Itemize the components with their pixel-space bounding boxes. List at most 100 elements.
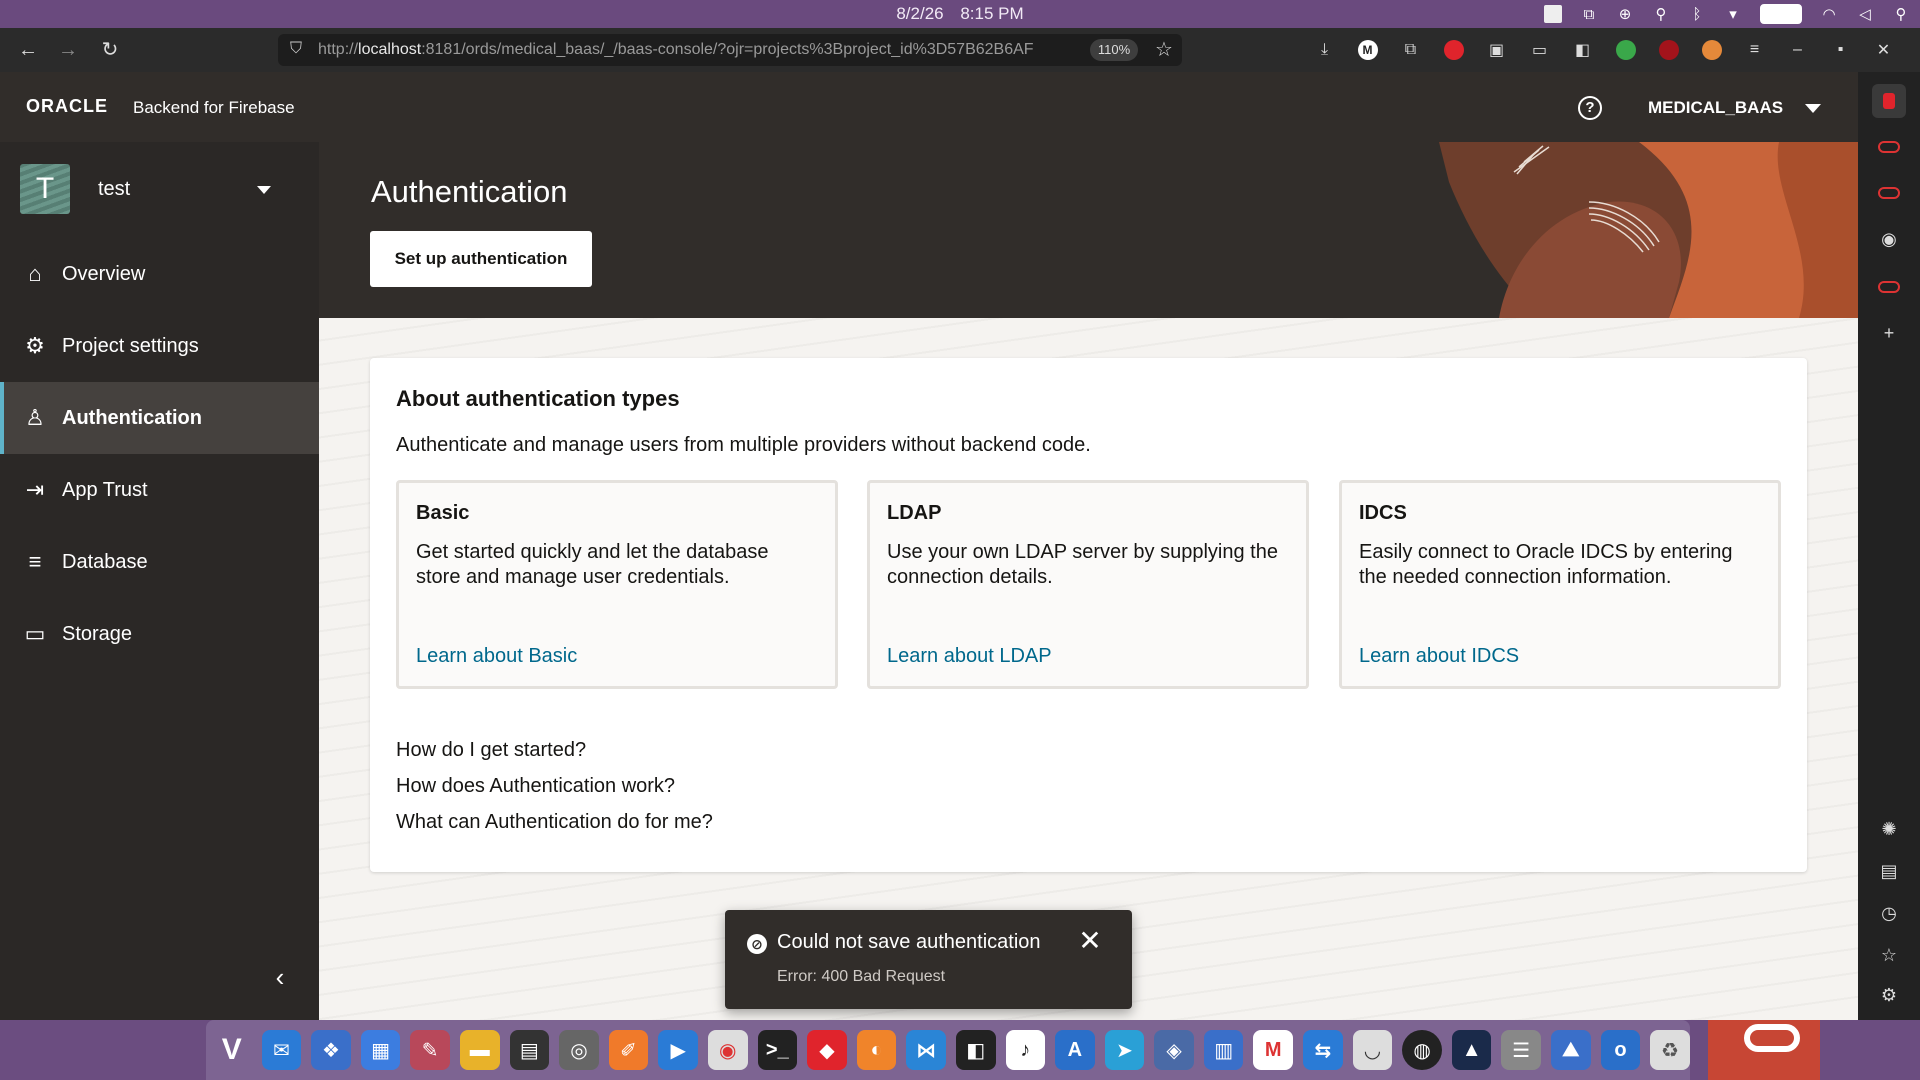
battery-icon[interactable]	[1758, 4, 1804, 24]
extension-green-icon[interactable]	[1611, 36, 1640, 64]
tray-update-icon[interactable]: ⊕	[1614, 4, 1636, 24]
bookmarks-star-icon[interactable]: ☆	[1878, 944, 1900, 966]
chevron-down-icon	[1805, 103, 1822, 113]
volume-icon[interactable]: ◁	[1854, 4, 1876, 24]
gmail-icon[interactable]: M	[1253, 1030, 1294, 1070]
sidebar-item-project-settings[interactable]: ⚙ Project settings	[0, 310, 319, 382]
faq-how-it-works[interactable]: How does Authentication work?	[396, 775, 675, 798]
settings-gear-icon[interactable]: ⚙	[1878, 984, 1900, 1006]
add-panel-icon[interactable]: +	[1878, 322, 1900, 344]
site-info-shield-icon[interactable]: ⛉	[290, 40, 308, 60]
wifi-icon[interactable]: ◠	[1818, 4, 1840, 24]
setup-authentication-button[interactable]: Set up authentication	[370, 231, 592, 287]
mail-icon[interactable]: ✉	[261, 1030, 302, 1070]
sidebar-item-label: Database	[62, 550, 148, 573]
learn-about-basic-link[interactable]: Learn about Basic	[416, 645, 577, 668]
back-arrow-icon[interactable]: ←	[14, 36, 42, 64]
vivaldi-icon[interactable]: V	[212, 1030, 252, 1070]
side-oracle-icon[interactable]	[1878, 182, 1900, 204]
faq-what-it-does[interactable]: What can Authentication do for me?	[396, 811, 713, 834]
system-monitor-icon[interactable]: ▤	[509, 1030, 550, 1070]
side-oracle-icon[interactable]	[1878, 136, 1900, 158]
bluetooth-icon[interactable]: ᛒ	[1686, 4, 1708, 24]
help-icon[interactable]: ?	[1578, 96, 1602, 120]
save-icon[interactable]: ▤	[1878, 860, 1900, 882]
tray-app-icon[interactable]: ⧉	[1578, 4, 1600, 24]
sidebar-item-overview[interactable]: ⌂ Overview	[0, 238, 319, 310]
terminal-icon[interactable]: >_	[757, 1030, 798, 1070]
notes-icon[interactable]: ♪	[1005, 1030, 1046, 1070]
github-icon[interactable]: ◉	[1878, 228, 1900, 250]
git-icon[interactable]: ◆	[807, 1030, 847, 1070]
close-window-icon[interactable]: ✕	[1869, 36, 1898, 64]
reload-icon[interactable]: ↻	[96, 36, 124, 64]
download-icon[interactable]: ⤓	[1310, 36, 1339, 64]
sidebar-item-storage[interactable]: ▭ Storage	[0, 598, 319, 670]
extension-puzzle-icon[interactable]: ⧉	[1396, 36, 1425, 64]
paint-icon[interactable]: ✎	[410, 1030, 450, 1070]
oracle-logo[interactable]: ORACLE	[26, 96, 108, 117]
db-tool-icon[interactable]: ▥	[1203, 1030, 1244, 1070]
app-grid-icon[interactable]: ❖	[311, 1030, 351, 1070]
dock-app-icon[interactable]: ◡	[1352, 1030, 1393, 1070]
arch-icon[interactable]: ▲	[1451, 1030, 1492, 1070]
telegram-icon[interactable]: ➤	[1104, 1030, 1145, 1070]
zoom-level-badge[interactable]: 110%	[1090, 39, 1138, 61]
chrome-icon[interactable]: ◉	[707, 1030, 748, 1070]
oracle-app-icon[interactable]	[1708, 1020, 1820, 1080]
sidebar-item-label: Project settings	[62, 334, 199, 357]
image-viewer-icon[interactable]: ⛰	[1551, 1030, 1591, 1070]
firefox-icon[interactable]: ◐	[856, 1030, 897, 1070]
tray-expand-icon[interactable]: ▾	[1722, 4, 1744, 24]
tray-box-icon[interactable]	[1542, 4, 1564, 24]
minimize-icon[interactable]: –	[1783, 36, 1812, 64]
sidebar-item-authentication[interactable]: ♙ Authentication	[0, 382, 319, 454]
extensions-toolbar: ⤓ M ⧉ ▣ ▭ ◧ ≡ – ▪ ✕	[1310, 36, 1898, 64]
address-bar[interactable]: ⛉ http://localhost:8181/ords/medical_baa…	[278, 34, 1182, 66]
sign-in-icon: ⇥	[25, 477, 45, 502]
maximize-icon[interactable]: ▪	[1826, 36, 1855, 64]
close-icon[interactable]: ✕	[1075, 926, 1105, 956]
history-clock-icon[interactable]: ◷	[1878, 902, 1900, 924]
auth-type-name: Basic	[416, 502, 470, 524]
sidebar-item-database[interactable]: ≡ Database	[0, 526, 319, 598]
learn-about-ldap-link[interactable]: Learn about LDAP	[887, 645, 1052, 668]
sidebar-item-label: Overview	[62, 262, 146, 285]
text-editor-icon[interactable]: ☰	[1501, 1030, 1542, 1070]
files-folder-icon[interactable]: ▬	[459, 1030, 500, 1070]
collapse-sidebar-chevron-icon[interactable]: ‹	[268, 962, 292, 993]
forward-arrow-icon[interactable]: →	[54, 36, 82, 64]
menu-icon[interactable]: ≡	[1740, 36, 1769, 64]
trash-icon[interactable]: ♻	[1650, 1030, 1690, 1070]
project-picker[interactable]: T test	[0, 142, 319, 238]
app-store-icon[interactable]: A	[1055, 1030, 1095, 1070]
extension-window-icon[interactable]: ▭	[1525, 36, 1554, 64]
user-menu[interactable]: MEDICAL_BAAS	[1648, 94, 1822, 122]
remote-desktop-icon[interactable]: ⇆	[1303, 1030, 1343, 1070]
extension-box-icon[interactable]: ▣	[1482, 36, 1511, 64]
camera-icon[interactable]: ◎	[559, 1030, 599, 1070]
faq-get-started[interactable]: How do I get started?	[396, 739, 586, 762]
pencil-app-icon[interactable]: ✐	[608, 1030, 649, 1070]
extension-red-icon[interactable]	[1439, 36, 1468, 64]
sidebar-toggle-icon[interactable]: ◧	[1568, 36, 1597, 64]
virtualbox-icon[interactable]: ◈	[1154, 1030, 1194, 1070]
search-icon[interactable]: ⚲	[1890, 4, 1912, 24]
learn-about-idcs-link[interactable]: Learn about IDCS	[1359, 645, 1519, 668]
side-oracle-icon[interactable]	[1878, 276, 1900, 298]
calendar-icon[interactable]: ▦	[360, 1030, 401, 1070]
bookmark-star-icon[interactable]: ☆	[1152, 37, 1176, 61]
side-app-red-icon[interactable]	[1872, 84, 1906, 118]
extension-orange-icon[interactable]	[1697, 36, 1726, 64]
chatgpt-icon[interactable]: ✺	[1878, 818, 1900, 840]
obs-icon[interactable]: ◍	[1402, 1030, 1442, 1070]
sidebar-item-app-trust[interactable]: ⇥ App Trust	[0, 454, 319, 526]
ublock-icon[interactable]	[1654, 36, 1683, 64]
url-text[interactable]: http://localhost:8181/ords/medical_baas/…	[318, 41, 1078, 59]
media-player-icon[interactable]: ▶	[658, 1030, 698, 1070]
extension-m-icon[interactable]: M	[1353, 36, 1382, 64]
outlook-icon[interactable]: o	[1600, 1030, 1641, 1070]
tray-location-icon[interactable]: ⚲	[1650, 4, 1672, 24]
package-icon[interactable]: ◧	[955, 1030, 996, 1070]
vscode-icon[interactable]: ⋈	[906, 1030, 946, 1070]
